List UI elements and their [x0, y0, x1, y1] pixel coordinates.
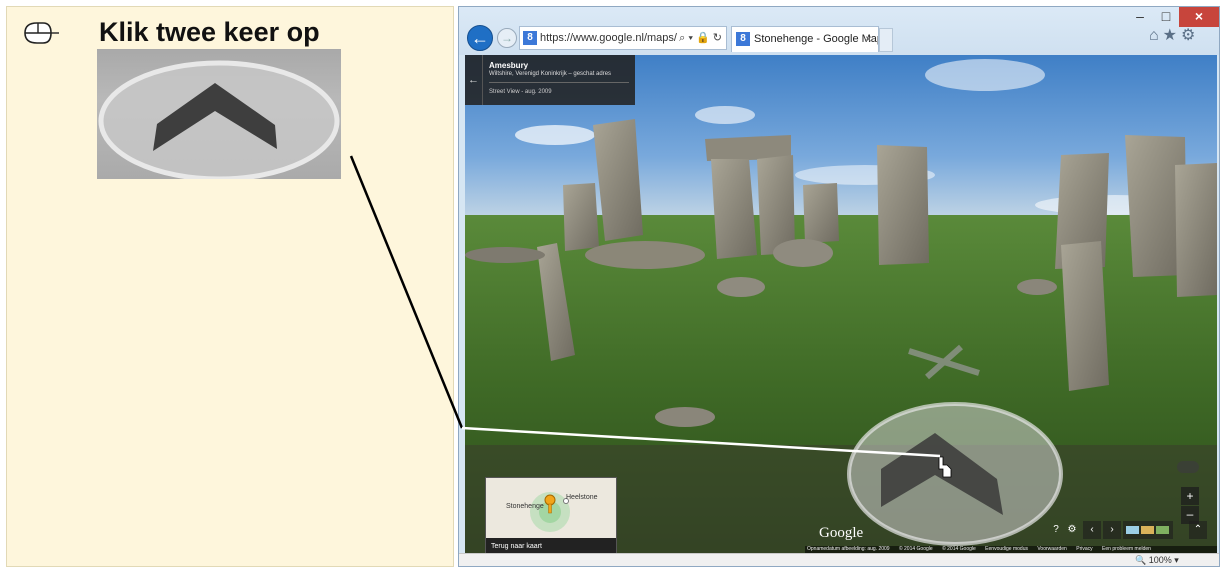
instruction-title: Klik twee keer op	[99, 17, 320, 47]
close-button[interactable]: ×	[1179, 7, 1219, 27]
help-icon[interactable]: ?	[1049, 521, 1063, 539]
minimize-button[interactable]: –	[1127, 7, 1153, 27]
minimap[interactable]: Stonehenge Heelstone Terug naar kaart	[485, 477, 617, 553]
zoom-level[interactable]: 🔍 100% ▾	[1135, 555, 1179, 566]
footer-copyright: © 2014 Google	[942, 546, 976, 552]
footer-report-link[interactable]: Een probleem melden	[1102, 546, 1151, 552]
address-tools[interactable]: ⌕ ▾ 🔒 ↻	[677, 27, 722, 49]
info-back-arrow-icon[interactable]: ←	[465, 55, 483, 105]
forward-button[interactable]: →	[497, 28, 517, 48]
back-to-map-link[interactable]: Terug naar kaart	[486, 538, 616, 553]
location-title: Amesbury	[489, 61, 529, 70]
home-star-gear-icons[interactable]: ⌂★⚙	[1149, 25, 1199, 45]
zoomed-arrow-image	[97, 49, 341, 179]
location-info-card: ← Amesbury Wiltshire, Verenigd Koninkrij…	[465, 55, 635, 105]
browser-titlebar: – □ × ← → 8 https://www.google.nl/maps/@…	[459, 7, 1219, 55]
street-view-viewport[interactable]: ← Amesbury Wiltshire, Verenigd Koninkrij…	[465, 55, 1217, 553]
footer-terms-link[interactable]: Voorwaarden	[1037, 546, 1066, 552]
minimap-label-stonehenge: Stonehenge	[506, 503, 544, 510]
back-button[interactable]: ←	[467, 25, 493, 51]
maximize-button[interactable]: □	[1153, 7, 1179, 27]
footer-simple-mode-link[interactable]: Eenvoudige modus	[985, 546, 1028, 552]
tab-stonehenge[interactable]: 8 Stonehenge - Google Maps ×	[731, 26, 879, 52]
bottom-controls: ? ⚙ ‹ › ⌃	[1049, 521, 1217, 539]
expand-icon[interactable]: ⌃	[1189, 521, 1207, 539]
tab-close-icon[interactable]: ×	[865, 27, 872, 51]
photo-thumbnails[interactable]	[1123, 521, 1173, 539]
address-url: https://www.google.nl/maps/@	[540, 32, 689, 44]
google-favicon-icon: 8	[736, 32, 750, 46]
google-logo: Google	[819, 525, 864, 541]
status-bar: 🔍 100% ▾	[459, 553, 1219, 566]
address-bar[interactable]: 8 https://www.google.nl/maps/@ ⌕ ▾ 🔒 ↻	[519, 26, 727, 50]
tab-title: Stonehenge - Google Maps	[754, 33, 879, 45]
prev-photo-button[interactable]: ‹	[1083, 521, 1101, 539]
browser-window: – □ × ← → 8 https://www.google.nl/maps/@…	[458, 6, 1220, 567]
instruction-panel: Klik twee keer op	[6, 6, 454, 567]
zoom-in-button[interactable]: +	[1181, 487, 1199, 505]
footer-privacy-link[interactable]: Privacy	[1076, 546, 1092, 552]
next-photo-button[interactable]: ›	[1103, 521, 1121, 539]
footer-date: Opnamedatum afbeelding: aug. 2009	[807, 546, 890, 552]
minimap-label-heelstone: Heelstone	[566, 494, 598, 501]
info-divider	[489, 82, 629, 83]
map-footer: Opnamedatum afbeelding: aug. 2009 © 2014…	[805, 546, 1217, 553]
new-tab-button[interactable]	[879, 28, 893, 52]
location-subtitle: Wiltshire, Verenigd Koninkrijk – geschat…	[489, 71, 612, 77]
compass-icon[interactable]	[1177, 461, 1199, 473]
footer-copyright: © 2014 Google	[898, 546, 933, 552]
streetview-date: Street View - aug. 2009	[489, 89, 552, 95]
mouse-icon	[24, 22, 59, 44]
stage: Klik twee keer op – □ × ← → 8 https://ww…	[0, 0, 1224, 569]
google-favicon-icon: 8	[523, 31, 537, 45]
settings-icon[interactable]: ⚙	[1065, 521, 1079, 539]
